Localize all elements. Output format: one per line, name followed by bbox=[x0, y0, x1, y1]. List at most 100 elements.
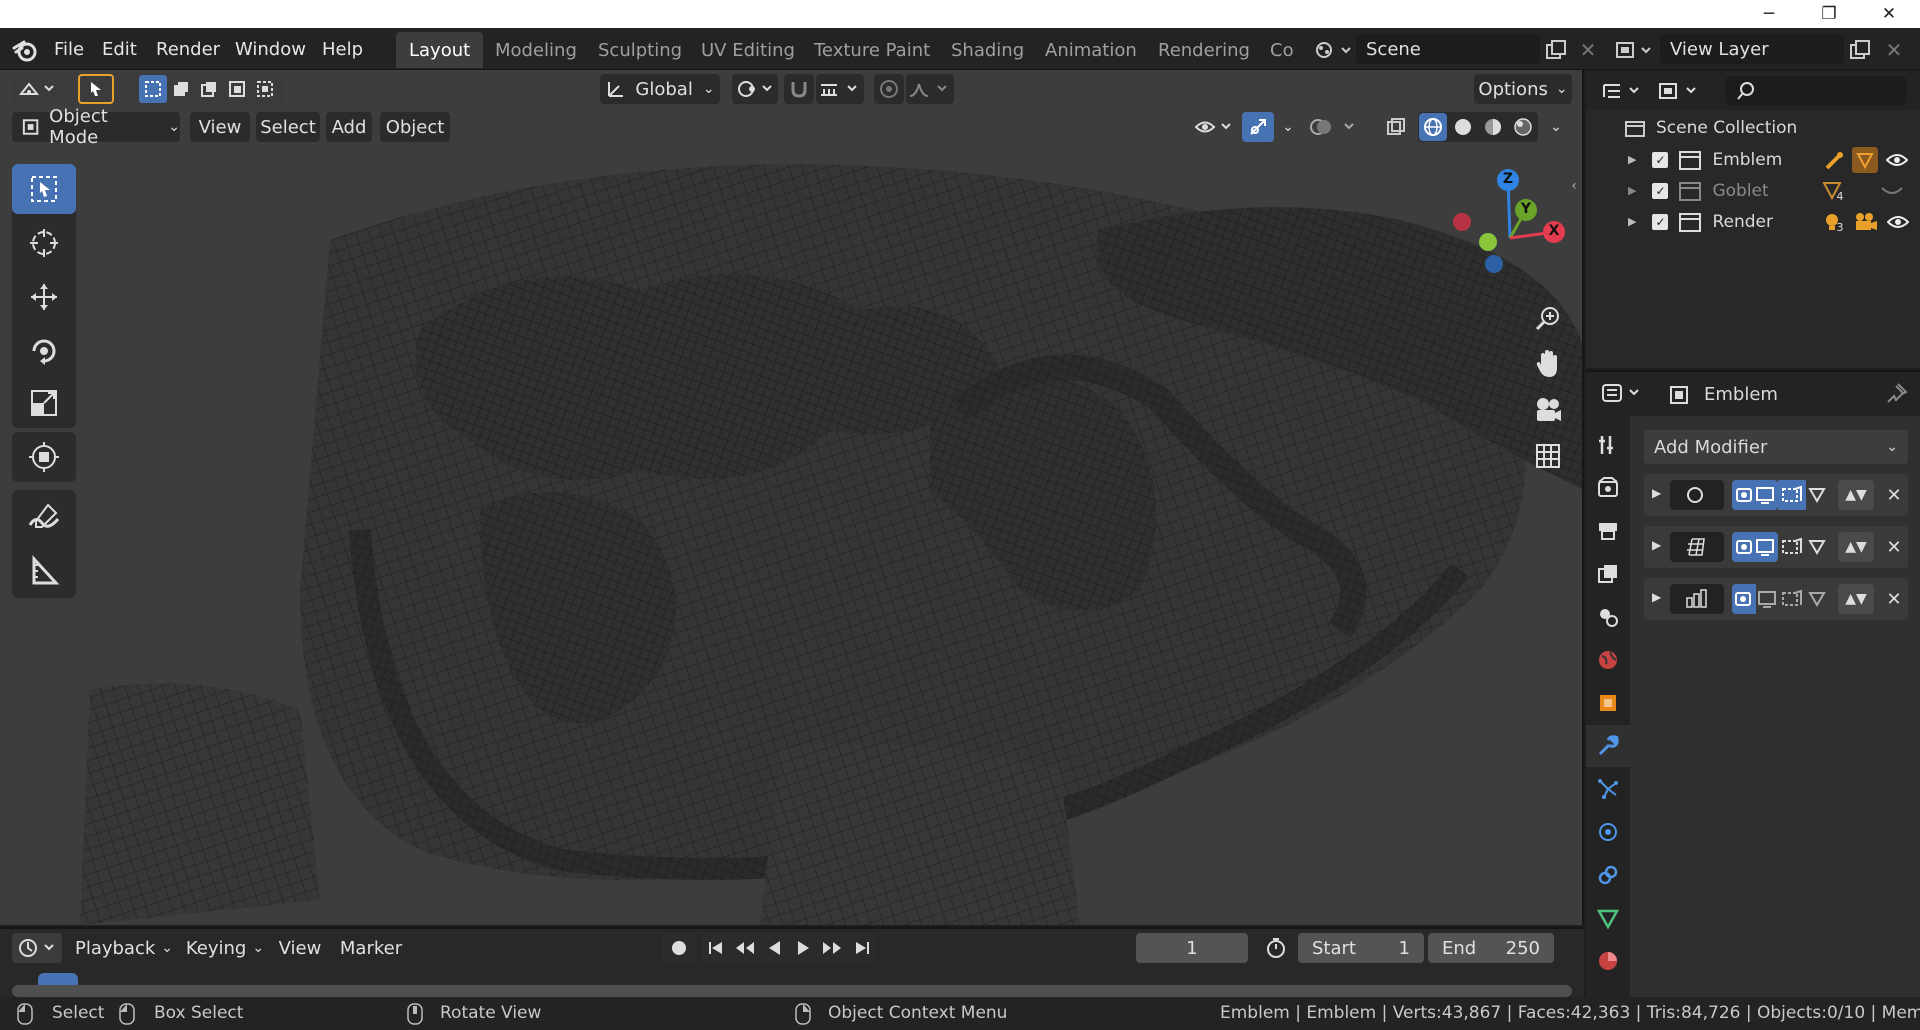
next-keyframe-icon[interactable] bbox=[821, 939, 843, 957]
zoom-view-icon[interactable] bbox=[1526, 296, 1570, 340]
cage-toggle-icon[interactable] bbox=[1806, 584, 1828, 614]
tab-tool-icon[interactable] bbox=[1586, 424, 1630, 466]
window-minimize-button[interactable]: ─ bbox=[1740, 0, 1798, 28]
tab-modifiers-wrench-icon[interactable] bbox=[1586, 725, 1630, 767]
rendered-shading-icon[interactable] bbox=[1509, 113, 1537, 141]
viewport-menu-add[interactable]: Add bbox=[326, 112, 372, 142]
timeline-menu-view[interactable]: View bbox=[274, 933, 326, 963]
camera-view-icon[interactable] bbox=[1526, 388, 1570, 432]
pivot-point-button[interactable] bbox=[732, 74, 778, 104]
overlays-dropdown[interactable] bbox=[1306, 112, 1362, 142]
new-view-layer-icon[interactable] bbox=[1846, 36, 1874, 64]
visibility-dropdown[interactable] bbox=[1192, 112, 1236, 142]
start-frame-field[interactable]: Start 1 bbox=[1298, 933, 1424, 963]
expand-arrow-icon[interactable]: ▶ bbox=[1628, 215, 1636, 228]
transform-orientation-dropdown[interactable]: Global ⌄ bbox=[600, 74, 720, 104]
solid-shading-icon[interactable] bbox=[1449, 113, 1477, 141]
cage-toggle-icon[interactable] bbox=[1806, 532, 1828, 562]
modifier-panel-1[interactable]: ▶ ▲▼ ✕ bbox=[1644, 474, 1908, 516]
realtime-display-icon[interactable] bbox=[1756, 584, 1778, 614]
stopwatch-icon[interactable] bbox=[1258, 933, 1294, 963]
tab-view-layer-icon[interactable] bbox=[1586, 553, 1630, 595]
window-close-button[interactable]: ✕ bbox=[1860, 0, 1918, 28]
proportional-editing-icon[interactable] bbox=[874, 74, 904, 104]
expand-arrow-icon[interactable]: ▶ bbox=[1628, 153, 1636, 166]
current-frame-field[interactable]: 1 bbox=[1136, 933, 1248, 963]
viewport-menu-select[interactable]: Select bbox=[256, 112, 320, 142]
menu-render[interactable]: Render bbox=[156, 28, 220, 70]
end-frame-field[interactable]: End 250 bbox=[1428, 933, 1554, 963]
transform-tool-icon[interactable] bbox=[12, 432, 76, 482]
playhead-indicator[interactable] bbox=[38, 973, 78, 985]
cage-toggle-icon[interactable] bbox=[1806, 480, 1828, 510]
material-shading-icon[interactable] bbox=[1479, 113, 1507, 141]
menu-window[interactable]: Window bbox=[235, 28, 306, 70]
render-toggle-icon[interactable] bbox=[1778, 532, 1806, 562]
select-box-tool-icon[interactable] bbox=[12, 164, 76, 214]
tab-texture-paint[interactable]: Texture Paint bbox=[801, 32, 943, 68]
timeline-scrollbar[interactable] bbox=[12, 985, 1572, 997]
new-scene-icon[interactable] bbox=[1542, 36, 1570, 64]
measure-tool-icon[interactable] bbox=[12, 546, 76, 596]
scale-tool-icon[interactable] bbox=[12, 378, 76, 428]
jump-start-icon[interactable] bbox=[707, 939, 725, 957]
outliner-row-emblem[interactable]: ▶ ✓ Emblem bbox=[1586, 144, 1920, 175]
tab-render-icon[interactable] bbox=[1586, 467, 1630, 509]
select-new-icon[interactable] bbox=[139, 75, 167, 103]
remove-modifier-icon[interactable]: ✕ bbox=[1884, 532, 1904, 562]
expand-arrow-icon[interactable]: ▶ bbox=[1652, 486, 1661, 500]
menu-help[interactable]: Help bbox=[322, 28, 363, 70]
proportional-falloff-dropdown[interactable] bbox=[906, 74, 954, 104]
timeline-editor-type-icon[interactable] bbox=[12, 933, 62, 963]
cursor-tool-icon[interactable] bbox=[12, 218, 76, 268]
outliner-row-goblet[interactable]: ▶ ✓ Goblet 4 bbox=[1586, 175, 1920, 206]
editor-type-button[interactable] bbox=[12, 74, 62, 104]
auto-keying-record-icon[interactable] bbox=[662, 933, 696, 963]
checkbox-checked-icon[interactable]: ✓ bbox=[1652, 182, 1669, 199]
scene-browse-icon[interactable] bbox=[1310, 36, 1354, 64]
select-tool-indicator-icon[interactable] bbox=[78, 74, 114, 104]
perspective-grid-icon[interactable] bbox=[1526, 434, 1570, 478]
xray-toggle-icon[interactable] bbox=[1382, 112, 1410, 142]
outliner-editor-type-icon[interactable] bbox=[1598, 76, 1646, 106]
move-up-down-icon[interactable]: ▲▼ bbox=[1838, 480, 1874, 510]
prev-keyframe-icon[interactable] bbox=[734, 939, 756, 957]
add-modifier-dropdown[interactable]: Add Modifier ⌄ bbox=[1644, 430, 1908, 464]
outliner-row-render[interactable]: ▶ ✓ Render 3 bbox=[1586, 206, 1920, 237]
tab-data-icon[interactable] bbox=[1586, 897, 1630, 939]
view-layer-field[interactable]: View Layer bbox=[1660, 34, 1844, 64]
timeline-menu-marker[interactable]: Marker bbox=[336, 933, 406, 963]
tab-sculpting[interactable]: Sculpting bbox=[585, 32, 695, 68]
checkbox-checked-icon[interactable]: ✓ bbox=[1652, 213, 1669, 230]
outliner-search-input[interactable] bbox=[1726, 76, 1906, 106]
display-mode-dropdown[interactable] bbox=[1654, 76, 1706, 106]
snap-target-dropdown[interactable] bbox=[816, 74, 864, 104]
expand-arrow-icon[interactable]: ▶ bbox=[1652, 538, 1661, 552]
outliner-scene-collection-row[interactable]: Scene Collection bbox=[1586, 112, 1920, 143]
scene-name-field[interactable]: Scene bbox=[1356, 34, 1540, 64]
delete-view-layer-icon[interactable]: ✕ bbox=[1880, 36, 1908, 64]
gizmo-toggle-icon[interactable] bbox=[1242, 112, 1274, 142]
play-icon[interactable] bbox=[794, 939, 812, 957]
tab-modeling[interactable]: Modeling bbox=[482, 32, 590, 68]
wireframe-shading-icon[interactable] bbox=[1419, 113, 1447, 141]
remove-modifier-icon[interactable]: ✕ bbox=[1884, 480, 1904, 510]
tab-world-icon[interactable] bbox=[1586, 639, 1630, 681]
options-dropdown[interactable]: Options ⌄ bbox=[1474, 74, 1572, 104]
tab-output-icon[interactable] bbox=[1586, 510, 1630, 552]
render-toggle-icon[interactable] bbox=[1778, 480, 1806, 510]
viewport-menu-view[interactable]: View bbox=[190, 112, 250, 142]
delete-scene-icon[interactable]: ✕ bbox=[1574, 36, 1602, 64]
tab-layout[interactable]: Layout bbox=[396, 32, 484, 68]
view-layer-browse-icon[interactable] bbox=[1612, 36, 1656, 64]
viewport-menu-object[interactable]: Object bbox=[380, 112, 450, 142]
mesh-data-icon[interactable] bbox=[1852, 146, 1879, 173]
render-toggle-icon[interactable] bbox=[1778, 584, 1806, 614]
pan-view-hand-icon[interactable] bbox=[1526, 342, 1570, 386]
expand-arrow-icon[interactable]: ▶ bbox=[1628, 184, 1636, 197]
remove-modifier-icon[interactable]: ✕ bbox=[1884, 584, 1904, 614]
realtime-display-icon[interactable] bbox=[1732, 480, 1778, 510]
window-maximize-button[interactable]: ❐ bbox=[1800, 0, 1858, 28]
edit-mode-toggle-icon[interactable] bbox=[1732, 584, 1756, 614]
tab-scene-icon[interactable] bbox=[1586, 596, 1630, 638]
